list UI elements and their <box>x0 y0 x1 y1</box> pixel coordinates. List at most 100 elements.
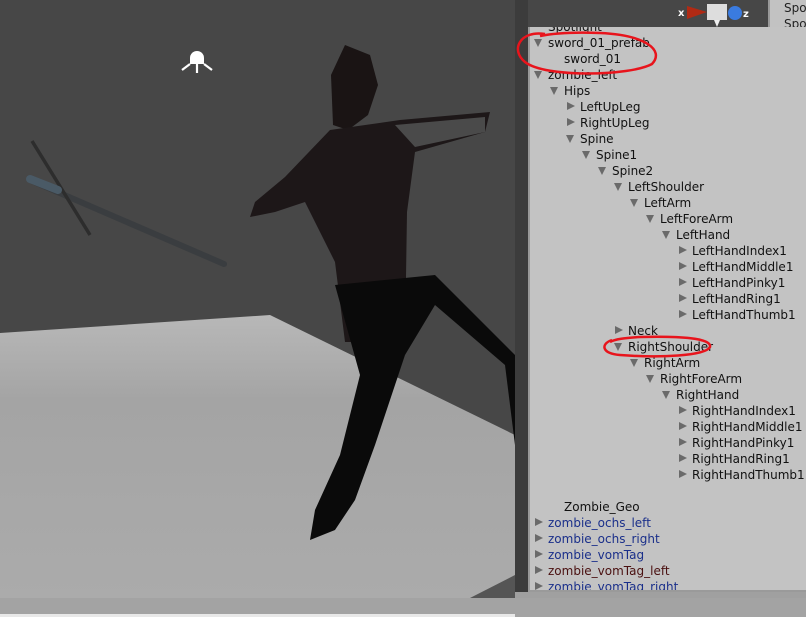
hierarchy-item-label: RightUpLeg <box>580 116 650 130</box>
hierarchy-item[interactable]: LeftArm <box>530 195 806 211</box>
expand-arrow-closed-icon[interactable] <box>535 566 543 574</box>
expand-arrow-closed-icon[interactable] <box>679 294 687 302</box>
hierarchy-item-label: Spine <box>580 132 614 146</box>
panel-divider[interactable] <box>515 0 528 592</box>
expand-arrow-open-icon[interactable] <box>662 231 670 239</box>
expand-arrow-closed-icon[interactable] <box>679 454 687 462</box>
hierarchy-item[interactable]: RightHandThumb1 <box>530 467 806 483</box>
expand-arrow-closed-icon[interactable] <box>567 118 575 126</box>
hierarchy-item[interactable]: LeftHand <box>530 227 806 243</box>
expand-arrow-closed-icon[interactable] <box>679 470 687 478</box>
expand-arrow-closed-icon[interactable] <box>615 326 623 334</box>
hierarchy-item[interactable]: zombie_vomTag_left <box>530 563 806 579</box>
expand-arrow-closed-icon[interactable] <box>679 262 687 270</box>
expand-arrow-closed-icon[interactable] <box>535 550 543 558</box>
hierarchy-item[interactable]: Spine2 <box>530 163 806 179</box>
hierarchy-item-label: Spotlight <box>548 27 602 34</box>
expand-arrow-closed-icon[interactable] <box>679 422 687 430</box>
sword-model[interactable] <box>26 140 227 267</box>
hierarchy-item-label: LeftHandRing1 <box>692 292 781 306</box>
hierarchy-item[interactable]: LeftUpLeg <box>530 99 806 115</box>
scene-gizmo-area: x z <box>528 0 768 27</box>
hierarchy-item-label: zombie_ochs_right <box>548 532 660 546</box>
hierarchy-item[interactable]: LeftHandThumb1 <box>530 307 806 323</box>
hierarchy-item[interactable]: Neck <box>530 323 806 339</box>
expand-arrow-open-icon[interactable] <box>534 71 542 79</box>
gizmo-x-axis-icon <box>687 6 707 19</box>
expand-arrow-open-icon[interactable] <box>550 87 558 95</box>
hierarchy-item-label: sword_01 <box>564 52 622 66</box>
expand-arrow-closed-icon[interactable] <box>535 518 543 526</box>
hierarchy-item[interactable]: RightShoulder <box>530 339 806 355</box>
hierarchy-item-label: LeftForeArm <box>660 212 734 226</box>
hierarchy-item[interactable]: RightHandMiddle1 <box>530 419 806 435</box>
hierarchy-panel: Spotlight sword_01_prefab sword_01 zombie_l… <box>528 27 806 592</box>
hierarchy-item[interactable] <box>530 483 806 499</box>
hierarchy-item[interactable]: Spotlight <box>530 27 806 35</box>
hierarchy-item[interactable]: Hips <box>530 83 806 99</box>
expand-arrow-closed-icon[interactable] <box>679 406 687 414</box>
hierarchy-item[interactable]: LeftShoulder <box>530 179 806 195</box>
hierarchy-item-label: RightHandThumb1 <box>692 468 805 482</box>
expand-arrow-open-icon[interactable] <box>566 135 574 143</box>
hierarchy-item[interactable]: zombie_left <box>530 67 806 83</box>
hierarchy-item[interactable]: zombie_ochs_right <box>530 531 806 547</box>
expand-arrow-closed-icon[interactable] <box>679 278 687 286</box>
expand-arrow-closed-icon[interactable] <box>535 582 543 590</box>
hierarchy-item[interactable]: RightHandRing1 <box>530 451 806 467</box>
expand-arrow-open-icon[interactable] <box>614 183 622 191</box>
hierarchy-item[interactable]: LeftForeArm <box>530 211 806 227</box>
hierarchy-item-label: Zombie_Geo <box>564 500 640 514</box>
hierarchy-item-label: RightHandRing1 <box>692 452 790 466</box>
hierarchy-item[interactable]: RightForeArm <box>530 371 806 387</box>
orientation-gizmo[interactable]: x z <box>528 0 768 27</box>
hierarchy-item-label: sword_01_prefab <box>548 36 650 50</box>
hierarchy-item[interactable]: sword_01_prefab <box>530 35 806 51</box>
hierarchy-item[interactable]: RightUpLeg <box>530 115 806 131</box>
hierarchy-item[interactable]: RightHandIndex1 <box>530 403 806 419</box>
hierarchy-item-label: Spine2 <box>612 164 654 178</box>
light-gizmo-icon[interactable] <box>181 51 213 73</box>
hierarchy-item-label: RightHandPinky1 <box>692 436 795 450</box>
expand-arrow-closed-icon[interactable] <box>567 102 575 110</box>
hierarchy-item-label: LeftHandThumb1 <box>692 308 796 322</box>
inspector-panel: Spo Spo <box>768 0 806 27</box>
expand-arrow-open-icon[interactable] <box>646 375 654 383</box>
hierarchy-item[interactable]: LeftHandMiddle1 <box>530 259 806 275</box>
hierarchy-item[interactable]: zombie_ochs_left <box>530 515 806 531</box>
hierarchy-item[interactable]: Spine1 <box>530 147 806 163</box>
hierarchy-item[interactable]: RightHand <box>530 387 806 403</box>
hierarchy-item-label: zombie_vomTag_left <box>548 564 670 578</box>
hierarchy-item[interactable]: LeftHandIndex1 <box>530 243 806 259</box>
expand-arrow-open-icon[interactable] <box>582 151 590 159</box>
expand-arrow-closed-icon[interactable] <box>679 246 687 254</box>
expand-arrow-open-icon[interactable] <box>630 359 638 367</box>
expand-arrow-open-icon[interactable] <box>662 391 670 399</box>
expand-arrow-closed-icon[interactable] <box>535 534 543 542</box>
expand-arrow-closed-icon[interactable] <box>679 438 687 446</box>
hierarchy-item[interactable]: zombie_vomTag <box>530 547 806 563</box>
hierarchy-item[interactable]: Zombie_Geo <box>530 499 806 515</box>
hierarchy-item-label: LeftArm <box>644 196 692 210</box>
hierarchy-item-label: LeftHandMiddle1 <box>692 260 794 274</box>
expand-arrow-open-icon[interactable] <box>534 39 542 47</box>
hierarchy-item[interactable]: RightArm <box>530 355 806 371</box>
expand-arrow-open-icon[interactable] <box>614 343 622 351</box>
hierarchy-item-label: RightHandMiddle1 <box>692 420 803 434</box>
expand-arrow-open-icon[interactable] <box>646 215 654 223</box>
hierarchy-item[interactable]: Spine <box>530 131 806 147</box>
hierarchy-item[interactable]: LeftHandPinky1 <box>530 275 806 291</box>
hierarchy-item[interactable]: sword_01 <box>530 51 806 67</box>
hierarchy-item-label: Neck <box>628 324 658 338</box>
hierarchy-item-label: zombie_left <box>548 68 618 82</box>
expand-arrow-closed-icon[interactable] <box>679 310 687 318</box>
expand-arrow-open-icon[interactable] <box>598 167 606 175</box>
hierarchy-item[interactable]: RightHandPinky1 <box>530 435 806 451</box>
hierarchy-item-label: zombie_ochs_left <box>548 516 651 530</box>
hierarchy-item-label: RightShoulder <box>628 340 714 354</box>
scene-view[interactable] <box>0 0 515 598</box>
hierarchy-item-label: Spine1 <box>596 148 638 162</box>
hierarchy-item[interactable]: LeftHandRing1 <box>530 291 806 307</box>
hierarchy-item[interactable]: zombie_vomTag_right <box>530 579 806 590</box>
expand-arrow-open-icon[interactable] <box>630 199 638 207</box>
